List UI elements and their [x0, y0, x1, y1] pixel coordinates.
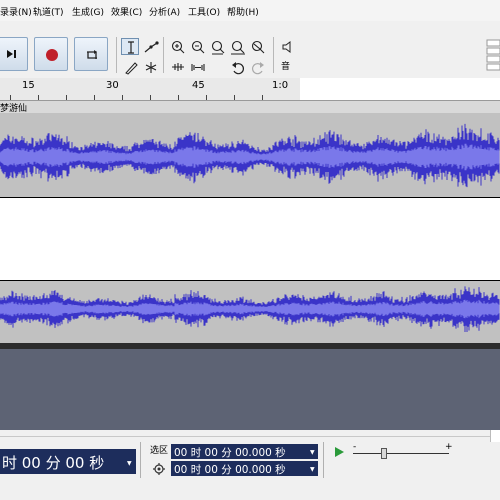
undo-button[interactable]: [228, 58, 246, 75]
undo-icon: [232, 62, 244, 75]
audio-position-display[interactable]: 时 00 分 00 秒 ▼: [0, 449, 136, 474]
record-button[interactable]: [34, 37, 68, 71]
zoom-toggle-button[interactable]: [248, 38, 266, 55]
menu-tracks[interactable]: 轨道(T): [33, 5, 64, 18]
selection-tool[interactable]: [121, 38, 139, 55]
track-header[interactable]: 梦游仙: [0, 100, 500, 114]
loop-button[interactable]: [74, 37, 108, 71]
trim-button[interactable]: [168, 58, 186, 75]
dropdown-arrow-icon: ▼: [127, 460, 132, 467]
toolbar: 音: [0, 21, 500, 78]
redo-icon: [252, 62, 264, 75]
selection-label: 选区: [150, 446, 169, 456]
multi-tool[interactable]: [141, 58, 159, 75]
zoom-fit-icon: [231, 40, 245, 55]
waveform-left-graphic: [0, 123, 500, 188]
audio-position-value: 时 00 分 00 秒: [2, 454, 105, 472]
gear-icon[interactable]: [152, 462, 166, 476]
zoom-out-icon: [191, 40, 205, 54]
menu-generate[interactable]: 生成(G): [72, 5, 104, 18]
zoom-in-button[interactable]: [168, 38, 186, 55]
play-at-speed-button[interactable]: [331, 444, 347, 460]
selection-start-display[interactable]: 00 时 00 分 00.000 秒 ▼: [171, 444, 318, 459]
waveform-channel-right[interactable]: [0, 281, 500, 343]
waveform-right-graphic: [0, 286, 500, 332]
fit-selection-button[interactable]: [208, 38, 226, 55]
menu-bar: 录录(N) 轨道(T) 生成(G) 效果(C) 分析(A) 工具(O) 帮助(H…: [0, 0, 500, 21]
zoom-toggle-icon: [251, 40, 265, 54]
asterisk-icon: [145, 62, 157, 73]
menu-analyze[interactable]: 分析(A): [149, 5, 180, 18]
ruler-label: 30: [106, 80, 119, 91]
loop-icon: [87, 50, 97, 59]
play-icon: [335, 447, 344, 457]
selection-start-value: 00 时 00 分 00.000 秒: [174, 447, 286, 459]
speaker-icon[interactable]: [280, 40, 294, 54]
menu-record[interactable]: 录录(N): [0, 5, 32, 18]
envelope-tool[interactable]: [141, 38, 159, 55]
ruler-label: 45: [192, 80, 205, 91]
meter-grip-icon: [486, 39, 500, 71]
dropdown-arrow-icon: ▼: [310, 449, 315, 456]
menu-effect[interactable]: 效果(C): [111, 5, 142, 18]
waveform-channel-left[interactable]: [0, 113, 500, 197]
ruler-label: 15: [22, 80, 35, 91]
speed-slider-thumb[interactable]: [381, 448, 387, 459]
toolbar-blank: [300, 78, 500, 100]
zoom-in-icon: [171, 40, 185, 54]
pencil-icon: [125, 62, 138, 75]
skip-end-button[interactable]: [0, 37, 28, 71]
selection-end-display[interactable]: 00 时 00 分 00.000 秒 ▼: [171, 461, 318, 476]
fit-project-button[interactable]: [228, 38, 246, 55]
draw-tool[interactable]: [121, 58, 139, 75]
meter-panel-grip[interactable]: [485, 38, 500, 74]
zoom-out-button[interactable]: [188, 38, 206, 55]
track-gap: [0, 197, 500, 281]
dropdown-arrow-icon: ▼: [310, 466, 315, 473]
selection-end-value: 00 时 00 分 00.000 秒: [174, 464, 286, 476]
menu-tools[interactable]: 工具(O): [188, 5, 220, 18]
empty-track-area[interactable]: [0, 349, 500, 430]
speed-slider[interactable]: - +: [351, 442, 453, 461]
redo-button[interactable]: [248, 58, 266, 75]
silence-icon: [191, 64, 205, 71]
menu-help[interactable]: 帮助(H): [227, 5, 259, 18]
meter-label: 音: [281, 62, 291, 72]
record-icon: [46, 49, 58, 61]
ibeam-icon: [128, 41, 134, 54]
ruler-label: 1:0: [272, 80, 289, 91]
zoom-selection-icon: [211, 40, 225, 55]
silence-button[interactable]: [188, 58, 206, 75]
timeline-ruler[interactable]: 15 30 45 1:0: [0, 78, 300, 100]
skip-end-icon: [7, 50, 16, 58]
envelope-icon: [144, 41, 159, 53]
trim-icon: [172, 63, 184, 71]
